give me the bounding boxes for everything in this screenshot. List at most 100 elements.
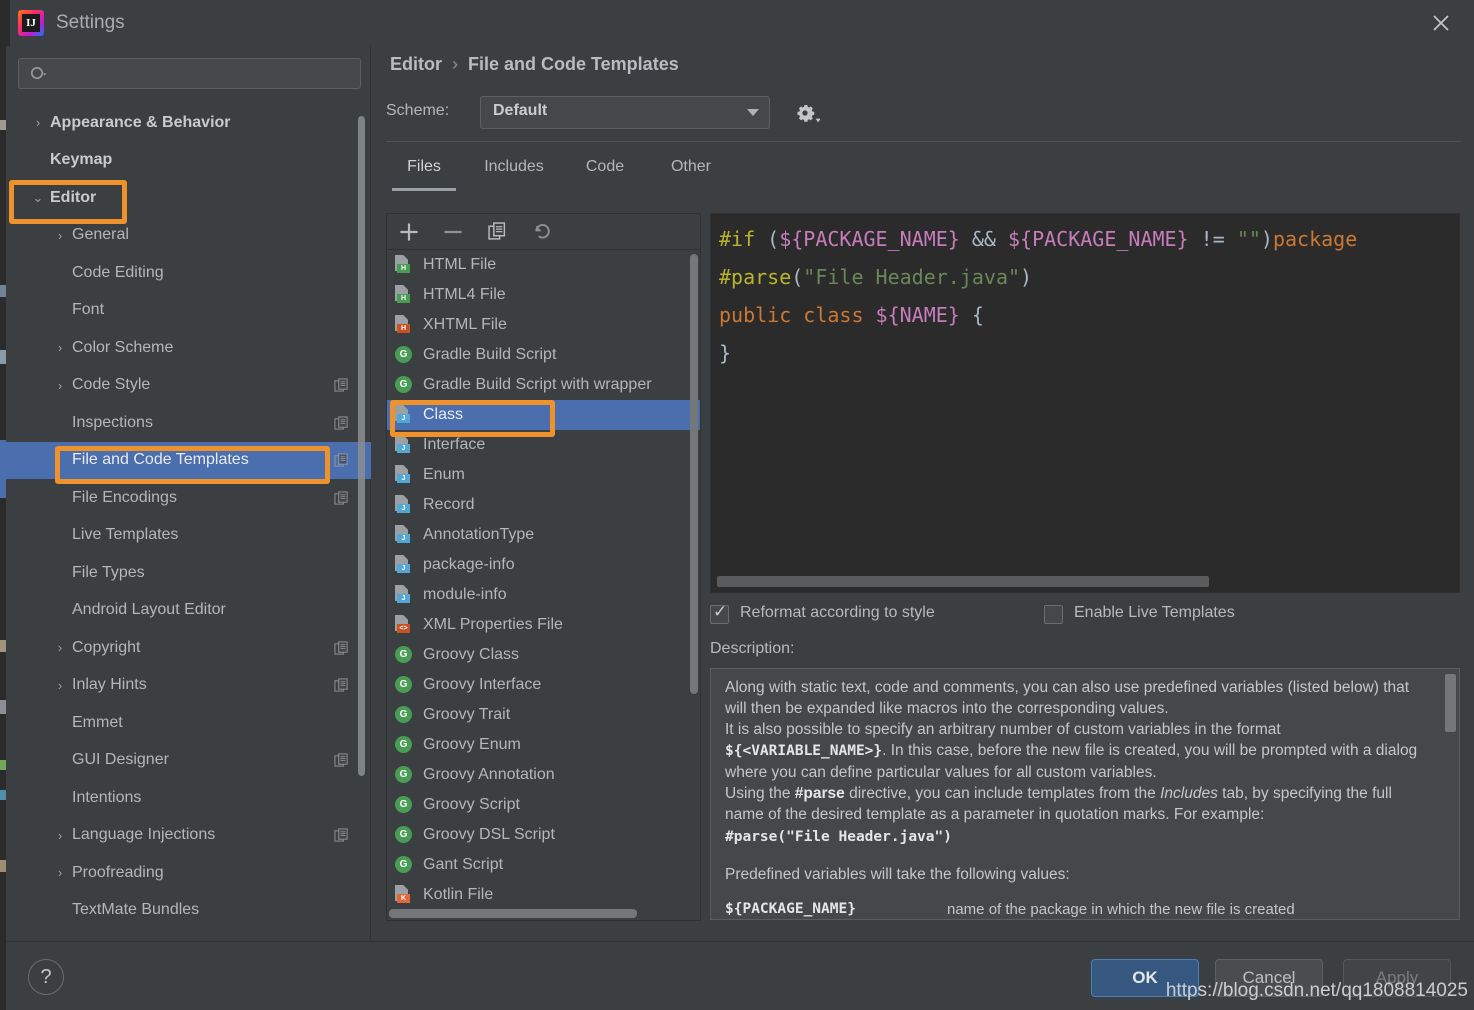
template-list-item[interactable]: Jpackage-info: [387, 550, 700, 580]
description-paragraph-4: Predefined variables will take the follo…: [725, 864, 1431, 885]
template-list-item[interactable]: H HTML File: [387, 250, 700, 280]
description-parse-example: #parse("File Header.java"): [725, 826, 1431, 848]
sidebar-item-file-types[interactable]: ›File Types: [6, 554, 371, 592]
sidebar-item-label: GUI Designer: [72, 751, 169, 769]
minus-icon[interactable]: [439, 220, 467, 244]
template-list-item[interactable]: G Gradle Build Script: [387, 340, 700, 370]
chevron-down-icon[interactable]: ⌄: [28, 190, 48, 206]
code-token: (: [791, 265, 804, 289]
reformat-checkbox[interactable]: [710, 602, 729, 624]
sidebar-item-live-templates[interactable]: ›Live Templates: [6, 517, 371, 555]
sidebar-item-language-injections[interactable]: › Language Injections: [6, 817, 371, 855]
breadcrumb-parent[interactable]: Editor: [390, 54, 442, 74]
chevron-right-icon[interactable]: ›: [50, 340, 70, 355]
settings-tree[interactable]: ›Appearance & Behavior›Keymap⌄Editor›Gen…: [6, 104, 371, 939]
code-token: {: [959, 303, 984, 327]
chevron-right-icon[interactable]: ›: [50, 865, 70, 880]
template-code-editor[interactable]: #if (${PACKAGE_NAME} && ${PACKAGE_NAME} …: [710, 213, 1460, 593]
sidebar-item-font[interactable]: ›Font: [6, 292, 371, 330]
template-list-item[interactable]: G Groovy DSL Script: [387, 820, 700, 850]
chevron-right-icon[interactable]: ›: [50, 640, 70, 655]
template-list-item[interactable]: K Kotlin File: [387, 880, 700, 910]
template-list-item[interactable]: <> XML Properties File: [387, 610, 700, 640]
sidebar-item-label: Live Templates: [72, 526, 179, 544]
sidebar-item-keymap[interactable]: ›Keymap: [6, 142, 371, 180]
template-name: Groovy Annotation: [423, 766, 555, 783]
sidebar-item-code-style[interactable]: › Code Style: [6, 367, 371, 405]
template-list-item[interactable]: G Groovy Enum: [387, 730, 700, 760]
description-panel[interactable]: Along with static text, code and comment…: [710, 668, 1460, 920]
close-icon[interactable]: [1426, 8, 1456, 38]
undo-icon[interactable]: [527, 220, 555, 244]
template-list-item[interactable]: G Groovy Class: [387, 640, 700, 670]
groovy-icon: G: [393, 375, 415, 395]
tab-includes[interactable]: Includes: [466, 149, 562, 191]
sidebar-item-color-scheme[interactable]: › Color Scheme: [6, 329, 371, 367]
editor-horizontal-scrollbar[interactable]: [717, 576, 1209, 587]
java-record-icon: J: [393, 495, 415, 515]
tab-code[interactable]: Code: [566, 149, 644, 191]
sidebar-item-label: Keymap: [50, 151, 113, 169]
template-list-vertical-scrollbar[interactable]: [690, 254, 698, 694]
sidebar-item-emmet[interactable]: ›Emmet: [6, 704, 371, 742]
groovy-icon: G: [393, 795, 415, 815]
chevron-right-icon[interactable]: ›: [28, 115, 48, 130]
chevron-right-icon[interactable]: ›: [50, 228, 70, 243]
sidebar-item-copyright[interactable]: › Copyright: [6, 629, 371, 667]
description-scrollbar[interactable]: [1445, 674, 1456, 732]
sidebar-item-proofreading[interactable]: › Proofreading: [6, 854, 371, 892]
template-list-item[interactable]: J Enum: [387, 460, 700, 490]
sidebar-item-general[interactable]: › General: [6, 217, 371, 255]
search-box[interactable]: [18, 58, 361, 89]
code-token: !=: [1188, 227, 1237, 251]
sidebar-item-file-encodings[interactable]: ›File Encodings: [6, 479, 371, 517]
help-button[interactable]: ?: [28, 959, 64, 995]
template-list-item[interactable]: H HTML4 File: [387, 280, 700, 310]
template-list-item[interactable]: G Groovy Interface: [387, 670, 700, 700]
code-token: ${PACKAGE_NAME}: [1008, 227, 1189, 251]
template-list[interactable]: H HTML File H HTML4 File H XHTML File G Gradle …: [387, 250, 700, 920]
template-list-item[interactable]: Jmodule-info: [387, 580, 700, 610]
sidebar-scrollbar[interactable]: [358, 116, 365, 776]
copy-icon[interactable]: [483, 220, 511, 244]
template-list-toolbar[interactable]: [387, 214, 700, 250]
chevron-right-icon[interactable]: ›: [50, 678, 70, 693]
sidebar-item-code-editing[interactable]: ›Code Editing: [6, 254, 371, 292]
tab-other[interactable]: Other: [648, 149, 734, 191]
template-list-item[interactable]: H XHTML File: [387, 310, 700, 340]
template-list-item[interactable]: J Record: [387, 490, 700, 520]
sidebar-item-android-layout-editor[interactable]: ›Android Layout Editor: [6, 592, 371, 630]
settings-sidebar: ›Appearance & Behavior›Keymap⌄Editor›Gen…: [6, 46, 371, 941]
search-input[interactable]: [55, 63, 351, 85]
template-list-item[interactable]: J Interface: [387, 430, 700, 460]
sidebar-item-appearance-behavior[interactable]: › Appearance & Behavior: [6, 104, 371, 142]
template-name: XHTML File: [423, 316, 507, 333]
sidebar-item-inspections[interactable]: ›Inspections: [6, 404, 371, 442]
chevron-right-icon[interactable]: ›: [50, 828, 70, 843]
code-token: #if: [719, 227, 768, 251]
template-list-item[interactable]: G Groovy Script: [387, 790, 700, 820]
template-list-item[interactable]: G Gant Script: [387, 850, 700, 880]
sidebar-item-editor[interactable]: ⌄ Editor: [6, 179, 371, 217]
sidebar-item-file-and-code-templates[interactable]: ›File and Code Templates: [6, 441, 371, 479]
template-list-item[interactable]: J Class: [387, 400, 700, 430]
sidebar-item-gui-designer[interactable]: ›GUI Designer: [6, 742, 371, 780]
html4-file-icon: H: [393, 285, 415, 305]
template-list-item[interactable]: G Groovy Trait: [387, 700, 700, 730]
template-list-item[interactable]: G Groovy Annotation: [387, 760, 700, 790]
template-list-item[interactable]: J AnnotationType: [387, 520, 700, 550]
window-title: Settings: [56, 12, 125, 33]
sidebar-item-textmate-bundles[interactable]: ›TextMate Bundles: [6, 892, 371, 930]
chevron-right-icon[interactable]: ›: [50, 378, 70, 393]
gear-icon[interactable]: [790, 98, 821, 128]
plus-icon[interactable]: [395, 220, 423, 244]
scheme-dropdown[interactable]: Default: [480, 96, 770, 129]
sidebar-item-intentions[interactable]: ›Intentions: [6, 779, 371, 817]
sidebar-item-label: Language Injections: [72, 826, 216, 844]
live-templates-checkbox[interactable]: [1044, 605, 1063, 624]
template-list-item[interactable]: G Gradle Build Script with wrapper: [387, 370, 700, 400]
template-list-horizontal-scrollbar[interactable]: [389, 909, 637, 918]
sidebar-item-inlay-hints[interactable]: › Inlay Hints: [6, 667, 371, 705]
template-name: Groovy Enum: [423, 736, 521, 753]
tab-files[interactable]: Files: [386, 149, 462, 191]
